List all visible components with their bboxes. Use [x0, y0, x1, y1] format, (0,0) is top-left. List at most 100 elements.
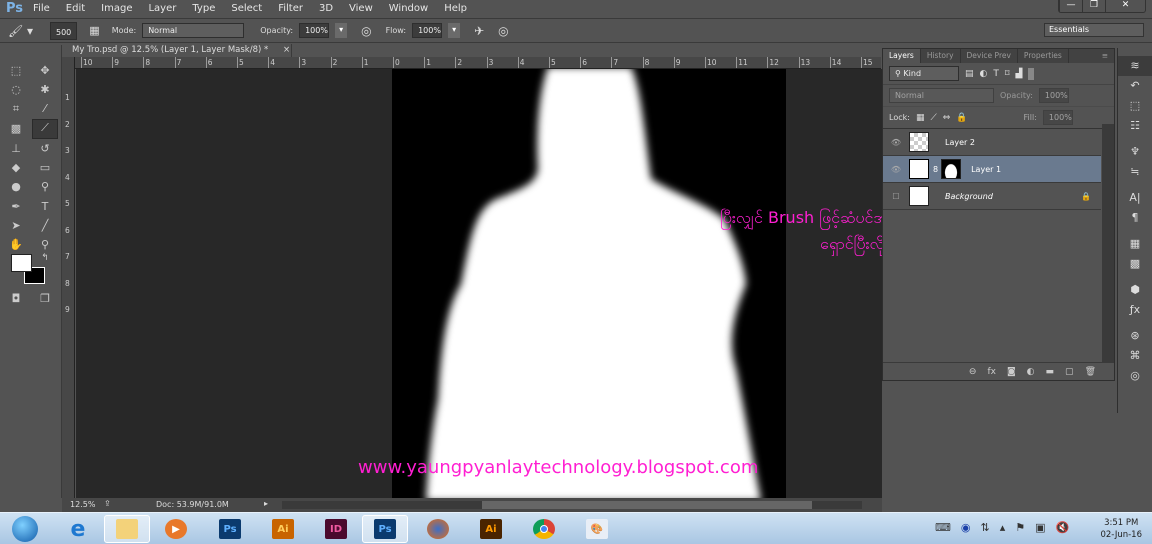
line-tool-icon[interactable]: ╱ — [36, 218, 54, 234]
path-selection-tool-icon[interactable]: ➤ — [7, 218, 25, 234]
delete-layer-icon[interactable]: 🗑 — [1085, 367, 1096, 377]
adjustment-layer-icon[interactable]: ◐ — [1027, 367, 1035, 377]
lock-pixels-icon[interactable]: ⟋ — [930, 113, 936, 123]
actions-icon[interactable]: ƒx — [1118, 300, 1152, 320]
flow-input[interactable]: 100% — [412, 23, 443, 38]
menu-filter[interactable]: Filter — [278, 3, 303, 14]
device-preview-icon[interactable]: ⬚ — [1118, 96, 1152, 116]
taskbar-internet-explorer[interactable]: e — [55, 515, 101, 543]
share-icon[interactable]: ⇪ — [104, 499, 111, 508]
taskbar-photoshop-active[interactable]: Ps — [362, 515, 408, 543]
properties-icon[interactable]: ☷ — [1118, 116, 1152, 136]
taskbar-illustrator[interactable]: Ai — [260, 515, 306, 543]
new-group-icon[interactable]: ▬ — [1046, 367, 1055, 377]
ruler-horizontal[interactable]: 10 9 8 7 6 5 4 3 2 1 0 1 2 3 4 5 6 7 8 9 10 11 12 13 14 15 — [75, 57, 881, 69]
eyedropper-tool-icon[interactable]: ⁄ — [36, 101, 54, 117]
menu-edit[interactable]: Edit — [66, 3, 85, 14]
document-canvas[interactable] — [76, 69, 882, 498]
brush-panel-toggle-icon[interactable]: ▦ — [89, 24, 99, 37]
taskbar-file-explorer[interactable] — [104, 515, 150, 543]
brush-size-picker[interactable]: 500 — [50, 21, 78, 40]
menu-file[interactable]: File — [33, 3, 50, 14]
brush-tool-preset-icon[interactable]: 🖌 ▾ — [8, 24, 44, 38]
dodge-tool-icon[interactable]: ⚲ — [36, 179, 54, 195]
type-tool-icon[interactable]: T — [36, 199, 54, 215]
filter-shape-icon[interactable]: ⌑ — [1005, 69, 1010, 79]
paths-icon[interactable]: ⌘ — [1118, 346, 1152, 366]
blend-mode-select[interactable]: Normal — [889, 88, 994, 103]
filter-adjustment-icon[interactable]: ◐ — [980, 69, 988, 79]
scrollbar-thumb[interactable] — [482, 501, 812, 509]
filter-pixel-icon[interactable]: ▤ — [965, 69, 974, 79]
brush-panel-icon[interactable]: ≒ — [1118, 162, 1152, 182]
network-status-icon[interactable]: ⇅ — [981, 521, 990, 534]
horizontal-scrollbar[interactable] — [282, 501, 862, 509]
layer-opacity-input[interactable]: 100% — [1038, 88, 1069, 103]
mode-select[interactable]: Normal — [142, 23, 245, 38]
filter-toggle[interactable] — [1028, 67, 1035, 80]
quick-mask-icon[interactable]: ◘ — [7, 291, 25, 307]
help-icon[interactable]: ◉ — [961, 521, 971, 534]
keyboard-icon[interactable]: ⌨ — [935, 521, 951, 534]
lasso-tool-icon[interactable]: ◌ — [7, 82, 25, 98]
menu-3d[interactable]: 3D — [319, 3, 333, 14]
action-center-flag-icon[interactable]: ⚑ — [1015, 521, 1025, 534]
paragraph-icon[interactable]: ¶ — [1118, 208, 1152, 228]
taskbar-firefox[interactable] — [415, 515, 461, 543]
new-layer-icon[interactable]: ▢ — [1065, 367, 1074, 377]
swap-colors-icon[interactable]: ↰ — [36, 250, 54, 266]
document-tab[interactable]: My Tro.psd @ 12.5% (Layer 1, Layer Mask/… — [62, 44, 292, 57]
layer-row-layer-2[interactable]: 👁 Layer 2 — [883, 129, 1101, 156]
menu-image[interactable]: Image — [101, 3, 132, 14]
tray-expand-icon[interactable]: ▴ — [1000, 521, 1006, 534]
restore-button[interactable]: ❐ — [1082, 0, 1105, 12]
workspace-switcher[interactable]: Essentials — [1044, 23, 1144, 37]
layer-row-background[interactable]: ☐ Background 🔒 — [883, 183, 1101, 210]
layers-scrollbar[interactable] — [1102, 124, 1114, 364]
3d-icon[interactable]: ⬢ — [1118, 280, 1152, 300]
visibility-toggle-off[interactable]: ☐ — [883, 192, 909, 201]
taskbar-clock[interactable]: 3:51 PM 02-Jun-16 — [1100, 517, 1142, 541]
screen-mode-icon[interactable]: ❐ — [36, 291, 54, 307]
filter-kind-select[interactable]: ⚲ Kind — [889, 66, 959, 81]
menu-layer[interactable]: Layer — [148, 3, 176, 14]
layer-name[interactable]: Background — [945, 192, 993, 201]
visibility-eye-icon[interactable]: 👁 — [883, 165, 909, 174]
layer-name[interactable]: Layer 1 — [971, 165, 1001, 174]
gradient-tool-icon[interactable]: ▭ — [36, 160, 54, 176]
status-menu-arrow[interactable]: ▸ — [264, 499, 268, 508]
filter-type-icon[interactable]: T — [993, 69, 999, 79]
fx-icon[interactable]: fx — [987, 367, 996, 377]
channels-icon[interactable]: ⊛ — [1118, 326, 1152, 346]
move-tool-icon[interactable]: ✥ — [36, 63, 54, 79]
start-button[interactable] — [2, 515, 48, 543]
menu-type[interactable]: Type — [192, 3, 215, 14]
opacity-dropdown[interactable]: ▾ — [335, 23, 348, 38]
taskbar-media-player[interactable]: ▶ — [153, 515, 199, 543]
lock-position-icon[interactable]: ⇔ — [943, 113, 951, 123]
taskbar-illustrator-2[interactable]: Ai — [468, 515, 514, 543]
lock-all-icon[interactable]: 🔒 — [956, 113, 967, 123]
brush-presets-icon[interactable]: ♆ — [1118, 142, 1152, 162]
pressure-opacity-icon[interactable]: ◎ — [361, 24, 371, 38]
tab-layers[interactable]: Layers — [883, 49, 921, 63]
canvas-area[interactable]: ပြီးလျှင် Brush ဖြင့်ဆံပင်အနားနေရာတွေ ရှ… — [76, 69, 882, 498]
zoom-level[interactable]: 12.5% — [70, 500, 95, 509]
marquee-tool-icon[interactable]: ⬚ — [7, 63, 25, 79]
ruler-vertical[interactable]: 1 2 3 4 5 6 7 8 9 — [62, 57, 75, 498]
menu-window[interactable]: Window — [389, 3, 428, 14]
tab-properties[interactable]: Properties — [1018, 49, 1069, 63]
fill-input[interactable]: 100% — [1042, 110, 1073, 125]
panel-menu-icon[interactable]: ≡ — [1096, 49, 1114, 63]
info-icon[interactable]: ◎ — [1118, 366, 1152, 386]
lock-transparent-icon[interactable]: ▦ — [916, 113, 925, 123]
document-tab-close[interactable]: × — [283, 45, 290, 55]
eraser-tool-icon[interactable]: ◆ — [7, 160, 25, 176]
menu-select[interactable]: Select — [231, 3, 262, 14]
history-panel-icon[interactable]: ↶ — [1118, 76, 1152, 96]
healing-brush-tool-icon[interactable]: ▩ — [7, 121, 25, 137]
character-icon[interactable]: A| — [1118, 188, 1152, 208]
history-brush-tool-icon[interactable]: ↺ — [36, 141, 54, 157]
hand-tool-icon[interactable]: ✋ — [7, 237, 25, 253]
clone-stamp-tool-icon[interactable]: ⊥ — [7, 141, 25, 157]
